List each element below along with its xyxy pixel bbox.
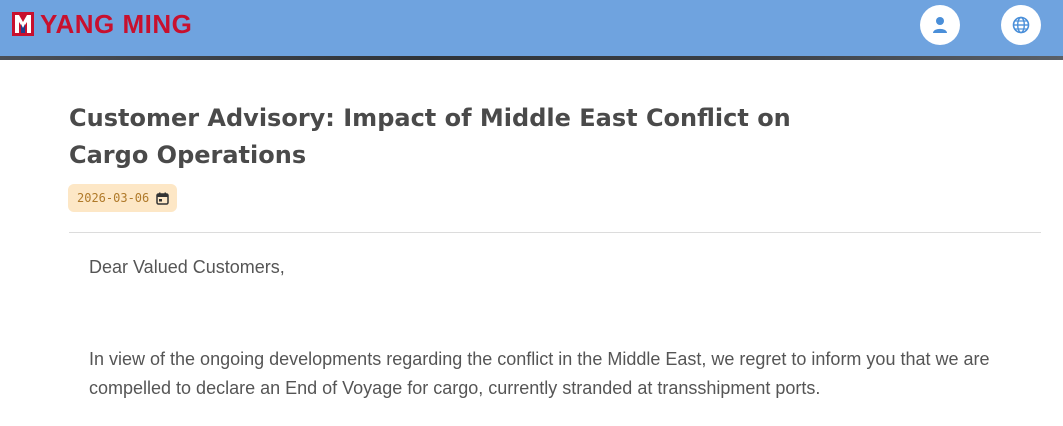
brand-logo[interactable]: YANG MING — [12, 10, 192, 38]
account-button[interactable] — [920, 5, 960, 45]
content-divider — [69, 232, 1041, 233]
globe-icon — [1012, 16, 1030, 34]
brand-mark-icon — [12, 12, 34, 36]
user-icon — [933, 17, 947, 33]
language-button[interactable] — [1001, 5, 1041, 45]
brand-name: YANG MING — [40, 9, 193, 39]
greeting-paragraph: Dear Valued Customers, — [89, 257, 285, 277]
publish-date: 2026-03-06 — [77, 191, 150, 205]
date-badge: 2026-03-06 — [68, 184, 178, 212]
calendar-icon — [156, 192, 169, 205]
advisory-paragraph: In view of the ongoing developments rega… — [89, 349, 990, 398]
top-navigation-bar: YANG MING — [0, 0, 1063, 56]
page-title: Customer Advisory: Impact of Middle East… — [69, 104, 791, 169]
header-divider — [0, 56, 1063, 60]
